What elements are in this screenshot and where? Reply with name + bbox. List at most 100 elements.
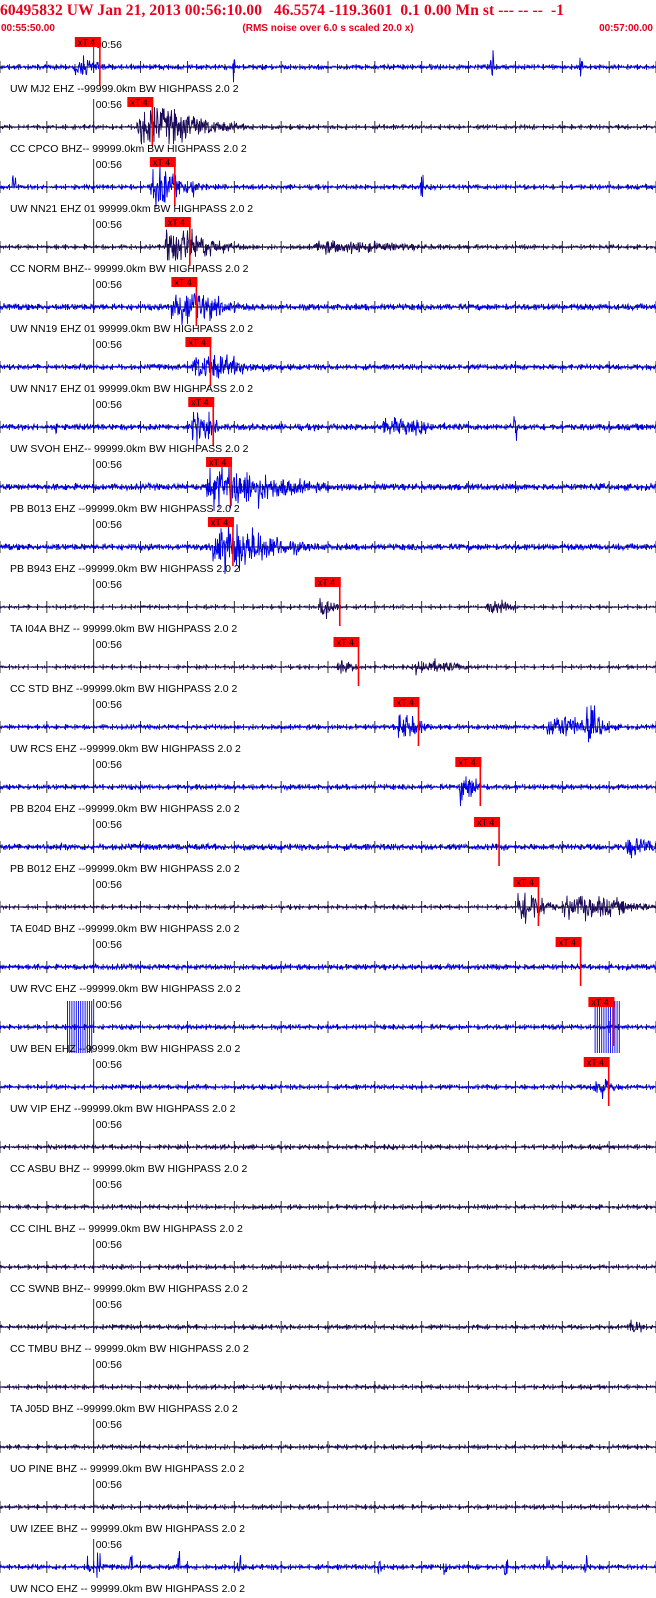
minute-tick-label: 00:56 (96, 99, 122, 111)
trace-row: 00:56 xT 4 CC NORM BHZ-- 99999.0km BW HIGH… (0, 217, 656, 275)
trace-label: UW NN19 EHZ 01 99999.0km BW HIGHPASS 2.0… (10, 323, 253, 335)
pick-label: xT 4 (130, 98, 147, 108)
trace-row: 00:56 CC ASBU BHZ -- 99999.0km BW HIGHPAS… (0, 1119, 656, 1175)
pick-label: xT 4 (153, 158, 170, 168)
minute-tick-label: 00:56 (96, 759, 122, 771)
trace-label: UW RVC EHZ --99999.0km BW HIGHPASS 2.0 2 (10, 983, 241, 995)
trace-label: CC TMBU BHZ -- 99999.0km BW HIGHPASS 2.0… (10, 1343, 249, 1355)
minute-tick-label: 00:56 (96, 1119, 122, 1131)
pick-label: xT 4 (396, 698, 413, 708)
waveform (0, 228, 656, 261)
pick-label: xT 4 (191, 398, 208, 408)
trace-row: 00:56 xT 4 UW NN21 EHZ 01 99999.0km BW HIG… (0, 157, 656, 215)
pick-label: xT 4 (559, 938, 576, 948)
minute-tick-label: 00:56 (96, 1479, 122, 1491)
trace-label: CC STD BHZ --99999.0km BW HIGHPASS 2.0 2 (10, 683, 238, 695)
minute-tick-label: 00:56 (96, 879, 122, 891)
trace-label: PB B012 EHZ --99999.0km BW HIGHPASS 2.0 … (10, 863, 240, 875)
trace-row: 00:56 UO PINE BHZ -- 99999.0km BW HIGHPAS… (0, 1419, 656, 1475)
minute-tick-label: 00:56 (96, 1419, 122, 1431)
minute-tick-label: 00:56 (96, 939, 122, 951)
minute-tick-label: 00:56 (96, 579, 122, 591)
pick-label: xT 4 (477, 818, 494, 828)
trace-label: CC NORM BHZ-- 99999.0km BW HIGHPASS 2.0 … (10, 263, 249, 275)
pick-label: xT 4 (211, 518, 228, 528)
trace-label: UW NCO EHZ -- 99999.0km BW HIGHPASS 2.0 … (10, 1583, 245, 1595)
minute-tick-label: 00:56 (96, 459, 122, 471)
trace-label: CC SWNB BHZ-- 99999.0km BW HIGHPASS 2.0 … (10, 1283, 248, 1295)
trace-row: 00:56 xT 4 CC STD BHZ --99999.0km BW HIGHP… (0, 637, 656, 695)
trace-label: CC ASBU BHZ -- 99999.0km BW HIGHPASS 2.0… (10, 1163, 247, 1175)
pick-label: xT 4 (458, 758, 475, 768)
trace-row: 00:56 xT 4 UW NN17 EHZ 01 99999.0km BW HIG… (0, 337, 656, 395)
minute-tick-label: 00:56 (96, 1539, 122, 1551)
minute-tick-label: 00:56 (96, 399, 122, 411)
pick-label: xT 4 (78, 38, 95, 48)
trace-row: 00:56 xT 4 UW VIP EHZ --99999.0km BW HIGHP… (0, 1057, 656, 1115)
pick-label: xT 4 (188, 338, 205, 348)
trace-label: UW BEN EHZ --99999.0km BW HIGHPASS 2.0 2 (10, 1043, 240, 1055)
trace-row: 00:56 xT 4 TA I04A BHZ -- 99999.0km BW HIG… (0, 577, 656, 635)
minute-tick-label: 00:56 (96, 999, 122, 1011)
trace-label: PB B204 EHZ --99999.0km BW HIGHPASS 2.0 … (10, 803, 240, 815)
trace-label: UW IZEE BHZ -- 99999.0km BW HIGHPASS 2.0… (10, 1523, 245, 1535)
waveform (0, 1263, 656, 1271)
trace-label: UW NN17 EHZ 01 99999.0km BW HIGHPASS 2.0… (10, 383, 253, 395)
trace-row: 00:56 xT 4 UW SVOH EHZ-- 99999.0km BW HIGH… (0, 397, 656, 455)
trace-label: PB B013 EHZ --99999.0km BW HIGHPASS 2.0 … (10, 503, 240, 515)
trace-row: 00:56 CC CIHL BHZ -- 99999.0km BW HIGHPAS… (0, 1179, 656, 1235)
minute-tick-label: 00:56 (96, 699, 122, 711)
minute-tick-label: 00:56 (96, 519, 122, 531)
trace-row: 00:56 xT 4 PB B943 EHZ --99999.0km BW HIGH… (0, 517, 656, 575)
trace-row: 00:56 xT 4 CC CPCO BHZ-- 99999.0km BW HIGH… (0, 97, 656, 155)
minute-tick-label: 00:56 (96, 219, 122, 231)
pick-label: xT 4 (209, 458, 226, 468)
pick-label: xT 4 (336, 638, 353, 648)
minute-tick-label: 00:56 (96, 1299, 122, 1311)
minute-tick-label: 00:56 (96, 159, 122, 171)
trace-label: UW VIP EHZ --99999.0km BW HIGHPASS 2.0 2 (10, 1103, 236, 1115)
trace-row: 00:56 CC TMBU BHZ -- 99999.0km BW HIGHPAS… (0, 1299, 656, 1355)
trace-label: UO PINE BHZ -- 99999.0km BW HIGHPASS 2.0… (10, 1463, 245, 1475)
pick-label: xT 4 (168, 218, 185, 228)
pick-label: xT 4 (174, 278, 191, 288)
trace-label: UW MJ2 EHZ --99999.0km BW HIGHPASS 2.0 2 (10, 83, 239, 95)
trace-row: 00:56 xT 4 PB B012 EHZ --99999.0km BW HIGH… (0, 817, 656, 875)
pick-label: xT 4 (591, 998, 608, 1008)
trace-row: 00:56xT 4UW MJ2 EHZ --99999.0km BW HIGHP… (0, 37, 656, 95)
trace-label: UW SVOH EHZ-- 99999.0km BW HIGHPASS 2.0 … (10, 443, 249, 455)
trace-row: 00:56 xT 4 UW NN19 EHZ 01 99999.0km BW HIG… (0, 277, 656, 335)
trace-row: 00:56 xT 4 UW RVC EHZ --99999.0km BW HIGHP… (0, 937, 656, 995)
minute-tick-label: 00:56 (96, 1059, 122, 1071)
trace-row: 00:56 UW IZEE BHZ -- 99999.0km BW HIGHPAS… (0, 1479, 656, 1535)
trace-label: TA I04A BHZ -- 99999.0km BW HIGHPASS 2.0… (10, 623, 237, 635)
minute-tick-label: 00:56 (96, 1179, 122, 1191)
trace-row: 00:56 xT 4 UW BEN EHZ --99999.0km BW HIGHP… (0, 997, 656, 1055)
trace-row: 00:56 xT 4 TA E04D BHZ --99999.0km BW HIGH… (0, 877, 656, 935)
trace-label: UW NN21 EHZ 01 99999.0km BW HIGHPASS 2.0… (10, 203, 253, 215)
trace-row: 00:56 xT 4 PB B013 EHZ --99999.0km BW HIGH… (0, 457, 656, 515)
pick-label: xT 4 (587, 1058, 604, 1068)
minute-tick-label: 00:56 (96, 279, 122, 291)
trace-label: TA E04D BHZ --99999.0km BW HIGHPASS 2.0 … (10, 923, 240, 935)
trace-row: 00:56 UW NCO EHZ -- 99999.0km BW HIGHPASS… (0, 1539, 656, 1595)
pick-label: xT 4 (516, 878, 533, 888)
trace-label: UW RCS EHZ --99999.0km BW HIGHPASS 2.0 2 (10, 743, 241, 755)
trace-label: CC CIHL BHZ -- 99999.0km BW HIGHPASS 2.0… (10, 1223, 243, 1235)
pick-label: xT 4 (318, 578, 335, 588)
trace-row: 00:56 xT 4 PB B204 EHZ --99999.0km BW HIGH… (0, 757, 656, 815)
trace-label: PB B943 EHZ --99999.0km BW HIGHPASS 2.0 … (10, 563, 240, 575)
waveform (0, 354, 656, 379)
minute-tick-label: 00:56 (96, 819, 122, 831)
minute-tick-label: 00:56 (96, 639, 122, 651)
trace-row: 00:56 xT 4 UW RCS EHZ --99999.0km BW HIGHP… (0, 697, 656, 755)
waveform (0, 411, 656, 446)
trace-label: CC CPCO BHZ-- 99999.0km BW HIGHPASS 2.0 … (10, 143, 247, 155)
minute-tick-label: 00:56 (96, 1359, 122, 1371)
seismogram-plot: 00:56 xT 4 UW MJ2 EHZ --99999.0km BW HIGHP… (0, 37, 656, 1595)
trace-row: 00:56 TA J05D BHZ --99999.0km BW HIGHPASS… (0, 1359, 656, 1415)
trace-label: TA J05D BHZ --99999.0km BW HIGHPASS 2.0 … (10, 1403, 238, 1415)
minute-tick-label: 00:56 (96, 339, 122, 351)
minute-tick-label: 00:56 (96, 1239, 122, 1251)
trace-row: 00:56 CC SWNB BHZ-- 99999.0km BW HIGHPASS… (0, 1239, 656, 1295)
